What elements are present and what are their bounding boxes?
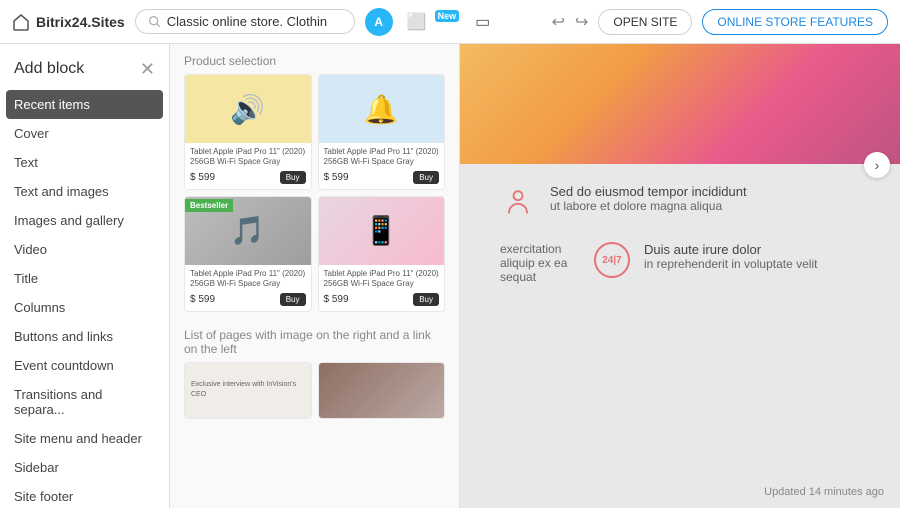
list-item[interactable]: 🔊 Tablet Apple iPad Pro 11" (2020) 256GB…	[184, 74, 312, 190]
sidebar-item-text[interactable]: Text	[0, 148, 169, 177]
feature-row-2: exercitation aliquip ex ea sequat 24|7 D…	[500, 242, 860, 284]
product-image-2: 🔔	[319, 75, 445, 143]
search-icon	[148, 15, 161, 28]
product-card-4[interactable]: 📱 Tablet Apple iPad Pro 11" (2020) 256GB…	[318, 196, 446, 312]
product-card-1[interactable]: 🔊 Tablet Apple iPad Pro 11" (2020) 256GB…	[184, 74, 312, 190]
sidebar-item-text-images[interactable]: Text and images	[0, 177, 169, 206]
list-item[interactable]	[318, 362, 446, 419]
main-layout: Add block ✕ Recent items Cover Text Text…	[0, 44, 900, 508]
feature-subtitle-2: in reprehenderit in voluptate velit	[644, 257, 817, 271]
feature-text-1: Sed do eiusmod tempor incididunt ut labo…	[550, 184, 747, 213]
feature-title-1: Sed do eiusmod tempor incididunt	[550, 184, 747, 199]
redo-button[interactable]: ↪	[575, 12, 588, 32]
buy-button-2[interactable]: Buy	[413, 171, 439, 184]
list-section-label: List of pages with image on the right an…	[170, 322, 459, 362]
logo-text: Bitrix24.Sites	[36, 14, 125, 30]
sidebar-item-title[interactable]: Title	[0, 264, 169, 293]
person-icon	[500, 184, 536, 220]
aliquip-text: aliquip ex ea	[500, 256, 580, 270]
24-7-icon: 24|7	[594, 242, 630, 278]
product-footer-1: $ 599 Buy	[190, 171, 306, 184]
list-item[interactable]: 📱 Tablet Apple iPad Pro 11" (2020) 256GB…	[318, 196, 446, 312]
header: Bitrix24.Sites A ⬜ New ▭ ↩ ↪ OPEN SITE O…	[0, 0, 900, 44]
sidebar-item-recent[interactable]: Recent items	[6, 90, 163, 119]
feature-row-1: Sed do eiusmod tempor incididunt ut labo…	[500, 184, 860, 220]
avatar: A	[365, 8, 393, 36]
feature-title-2: Duis aute irure dolor	[644, 242, 817, 257]
product-selection-label: Product selection	[170, 44, 459, 74]
product-footer-3: $ 599 Buy	[190, 293, 306, 306]
search-input[interactable]	[167, 14, 327, 29]
tablet-icon[interactable]: ▭	[475, 12, 490, 32]
list-item[interactable]: 🎵 Bestseller Tablet Apple iPad Pro 11" (…	[184, 196, 312, 312]
sidebar-item-sidebar[interactable]: Sidebar	[0, 453, 169, 482]
preview-panel: › Sed do eiusmod tempor incididunt ut la…	[460, 44, 900, 508]
product-title-1: Tablet Apple iPad Pro 11" (2020) 256GB W…	[190, 147, 306, 168]
buy-button-3[interactable]: Buy	[280, 293, 306, 306]
product-card-body-4: Tablet Apple iPad Pro 11" (2020) 256GB W…	[319, 265, 445, 311]
product-image-1: 🔊	[185, 75, 311, 143]
device-icons: ⬜ New ▭	[407, 12, 491, 32]
sidebar-item-transitions[interactable]: Transitions and separa...	[0, 380, 169, 424]
product-footer-2: $ 599 Buy	[324, 171, 440, 184]
bestseller-badge: Bestseller	[185, 199, 233, 212]
list-preview-text: Exclusive interview with InVision's CEO	[185, 363, 311, 418]
product-card-2[interactable]: 🔔 Tablet Apple iPad Pro 11" (2020) 256GB…	[318, 74, 446, 190]
sequat-text: sequat	[500, 270, 580, 284]
product-price-3: $ 599	[190, 294, 215, 305]
product-footer-4: $ 599 Buy	[324, 293, 440, 306]
product-price-4: $ 599	[324, 294, 349, 305]
product-card-body-2: Tablet Apple iPad Pro 11" (2020) 256GB W…	[319, 143, 445, 189]
desktop-icon[interactable]: ⬜	[407, 12, 427, 32]
product-price-2: $ 599	[324, 172, 349, 183]
sidebar-item-columns[interactable]: Columns	[0, 293, 169, 322]
undo-button[interactable]: ↩	[552, 12, 565, 32]
search-bar[interactable]	[135, 9, 355, 34]
product-image-4: 📱	[319, 197, 445, 265]
preview-footer: Updated 14 minutes ago	[764, 486, 884, 498]
product-title-3: Tablet Apple iPad Pro 11" (2020) 256GB W…	[190, 269, 306, 290]
exercitation-block: exercitation aliquip ex ea sequat	[500, 242, 580, 284]
sidebar-item-site-footer[interactable]: Site footer	[0, 482, 169, 508]
close-icon[interactable]: ✕	[140, 60, 155, 78]
preview-hero-image	[460, 44, 900, 164]
sidebar-item-buttons-links[interactable]: Buttons and links	[0, 322, 169, 351]
list-item[interactable]: Exclusive interview with InVision's CEO	[184, 362, 312, 419]
online-store-features-button[interactable]: ONLINE STORE FEATURES	[702, 9, 888, 35]
feature-subtitle-1: ut labore et dolore magna aliqua	[550, 199, 747, 213]
product-grid: 🔊 Tablet Apple iPad Pro 11" (2020) 256GB…	[170, 74, 459, 322]
product-card-body-3: Tablet Apple iPad Pro 11" (2020) 256GB W…	[185, 265, 311, 311]
product-title-4: Tablet Apple iPad Pro 11" (2020) 256GB W…	[324, 269, 440, 290]
preview-content: Sed do eiusmod tempor incididunt ut labo…	[460, 164, 900, 326]
content-panel: Product selection 🔊 Tablet Apple iPad Pr…	[170, 44, 460, 508]
logo: Bitrix24.Sites	[12, 13, 125, 31]
open-site-button[interactable]: OPEN SITE	[598, 9, 692, 35]
buy-button-4[interactable]: Buy	[413, 293, 439, 306]
sidebar-item-video[interactable]: Video	[0, 235, 169, 264]
updated-text: Updated 14 minutes ago	[764, 486, 884, 498]
exercitation-text: exercitation	[500, 242, 580, 256]
sidebar-item-cover[interactable]: Cover	[0, 119, 169, 148]
list-item[interactable]: 🔔 Tablet Apple iPad Pro 11" (2020) 256GB…	[318, 74, 446, 190]
sidebar-item-images-gallery[interactable]: Images and gallery	[0, 206, 169, 235]
product-card-3[interactable]: 🎵 Bestseller Tablet Apple iPad Pro 11" (…	[184, 196, 312, 312]
new-badge: New	[435, 10, 460, 22]
add-block-panel: Add block ✕ Recent items Cover Text Text…	[0, 44, 170, 508]
feature-text-2: Duis aute irure dolor in reprehenderit i…	[644, 242, 817, 271]
add-block-title: Add block	[14, 60, 84, 78]
buy-button-1[interactable]: Buy	[280, 171, 306, 184]
chevron-right-icon[interactable]: ›	[864, 152, 890, 178]
home-icon	[12, 13, 30, 31]
list-preview-photo	[319, 363, 445, 418]
product-title-2: Tablet Apple iPad Pro 11" (2020) 256GB W…	[324, 147, 440, 168]
sidebar-menu: Recent items Cover Text Text and images …	[0, 90, 169, 508]
product-card-body-1: Tablet Apple iPad Pro 11" (2020) 256GB W…	[185, 143, 311, 189]
sidebar-item-event-countdown[interactable]: Event countdown	[0, 351, 169, 380]
sidebar-item-site-menu-header[interactable]: Site menu and header	[0, 424, 169, 453]
add-block-header: Add block ✕	[0, 44, 169, 90]
product-price-1: $ 599	[190, 172, 215, 183]
list-preview: Exclusive interview with InVision's CEO	[170, 362, 459, 419]
